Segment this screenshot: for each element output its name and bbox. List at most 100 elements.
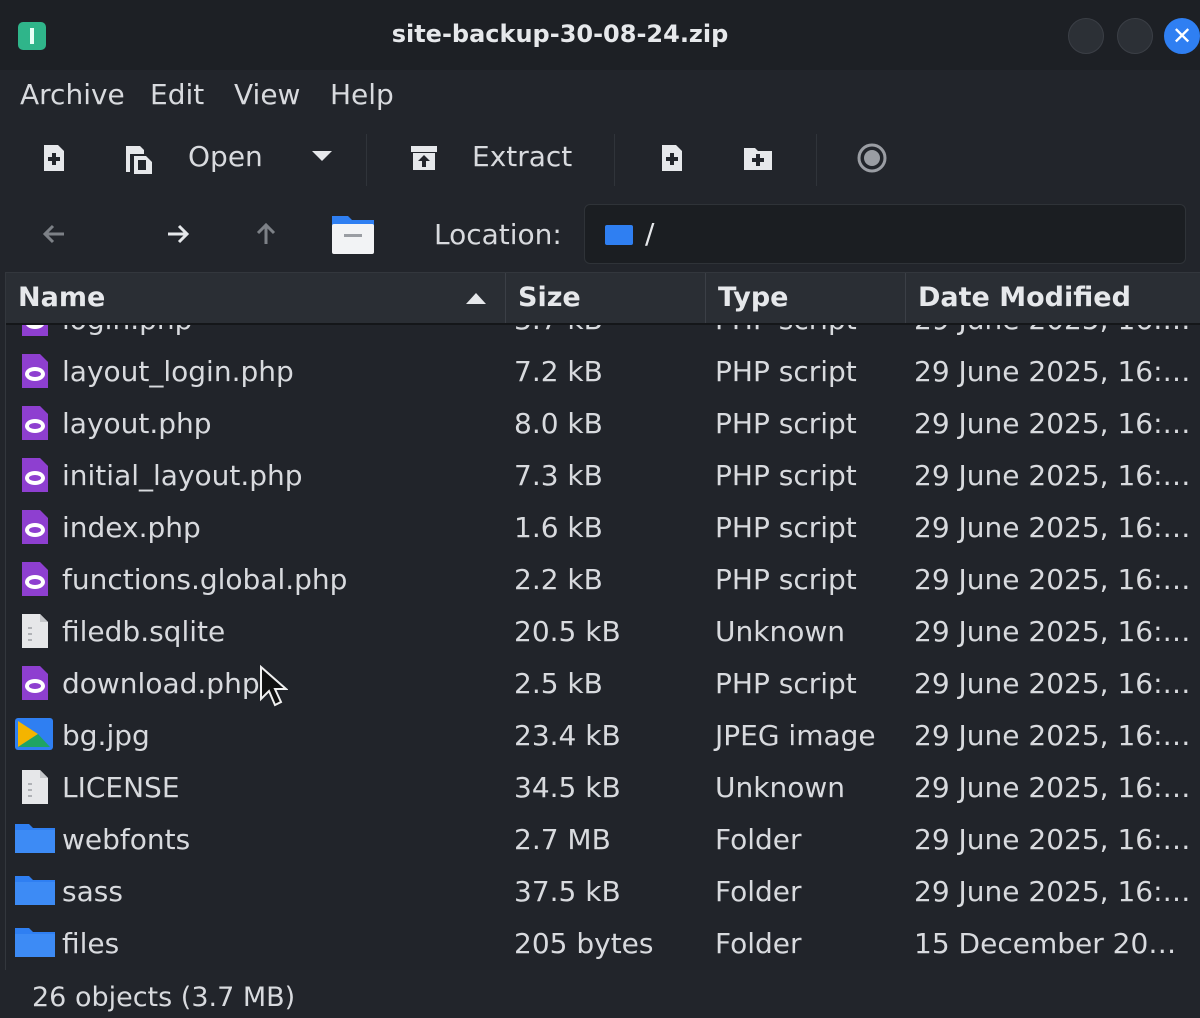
php-file-icon — [18, 457, 52, 493]
file-row[interactable]: files 205 bytes Folder 15 December 2024, 16… — [6, 917, 1200, 969]
file-row[interactable]: LICENSE 34.5 kB Unknown 29 June 2025, 16:29 — [6, 761, 1200, 813]
file-date-modified: 29 June 2025, 16:29 — [914, 355, 1192, 388]
file-row[interactable]: layout.php 8.0 kB PHP script 29 June 2025, … — [6, 397, 1200, 449]
file-size: 8.0 kB — [514, 407, 603, 440]
open-dropdown-button[interactable] — [310, 148, 334, 188]
chevron-down-icon — [312, 151, 332, 161]
php-file-icon — [18, 353, 52, 389]
file-date-modified: 29 June 2025, 16:29 — [914, 563, 1192, 596]
title-bar: site-backup-30-08-24.zip ✕ — [0, 0, 1200, 70]
status-text: 26 objects (3.7 MB) — [32, 982, 296, 1013]
file-type: PHP script — [715, 667, 857, 700]
open-label[interactable]: Open — [188, 140, 263, 173]
php-file-icon — [18, 325, 52, 337]
file-name: layout.php — [62, 407, 212, 440]
column-date-modified[interactable]: Date Modified — [906, 273, 1200, 323]
toolbar: Open Extract — [0, 120, 1200, 200]
file-date-modified: 29 June 2025, 16:29 — [914, 719, 1192, 752]
column-size[interactable]: Size — [506, 273, 706, 323]
folder-icon — [14, 821, 55, 857]
file-row[interactable]: download.php 2.5 kB PHP script 29 June 2025… — [6, 657, 1200, 709]
home-folder-button[interactable] — [330, 212, 376, 254]
file-date-modified: 29 June 2025, 16:29 — [914, 407, 1192, 440]
add-folder-button[interactable] — [742, 142, 774, 182]
file-row[interactable]: sass 37.5 kB Folder 29 June 2025, 16:23 — [6, 865, 1200, 917]
menu-archive[interactable]: Archive — [20, 78, 125, 111]
file-name: layout_login.php — [62, 355, 294, 388]
file-type: PHP script — [715, 563, 857, 596]
toolbar-separator — [366, 134, 367, 186]
file-type: PHP script — [715, 325, 857, 336]
file-size: 2.5 kB — [514, 667, 603, 700]
file-size: 23.4 kB — [514, 719, 621, 752]
file-size: 1.6 kB — [514, 511, 603, 544]
php-file-icon — [18, 561, 52, 597]
extract-label[interactable]: Extract — [472, 140, 572, 173]
file-row[interactable]: initial_layout.php 7.3 kB PHP script 29 Jun… — [6, 449, 1200, 501]
add-files-button[interactable] — [656, 142, 688, 182]
file-type: Folder — [715, 875, 802, 908]
up-button[interactable] — [252, 220, 280, 260]
file-type: Folder — [715, 823, 802, 856]
arrow-up-icon — [256, 222, 276, 244]
minimize-button[interactable] — [1068, 18, 1104, 54]
toolbar-separator — [816, 134, 817, 186]
location-path[interactable]: / — [645, 217, 654, 250]
file-row[interactable]: filedb.sqlite 20.5 kB Unknown 29 June 2025,… — [6, 605, 1200, 657]
file-type: Unknown — [715, 771, 845, 804]
mouse-pointer-icon — [260, 664, 288, 707]
menu-bar: Archive Edit View Help — [0, 70, 1200, 120]
extract-icon — [411, 146, 437, 170]
file-date-modified: 29 June 2025, 16:23 — [914, 875, 1192, 908]
unknown-file-icon — [18, 769, 52, 805]
file-size: 7.3 kB — [514, 459, 603, 492]
file-name: index.php — [62, 511, 201, 544]
back-button[interactable] — [40, 220, 68, 260]
new-archive-button[interactable] — [38, 142, 70, 182]
file-rows: login.php 3.7 kB PHP script 29 June 2025, 1… — [6, 325, 1200, 971]
php-file-icon — [18, 665, 52, 701]
open-button[interactable] — [122, 142, 156, 182]
column-type[interactable]: Type — [706, 273, 906, 323]
file-type: Unknown — [715, 615, 845, 648]
column-name[interactable]: Name — [6, 273, 506, 323]
file-date-modified: 29 June 2025, 16:20 — [914, 615, 1192, 648]
maximize-button[interactable] — [1117, 18, 1153, 54]
file-type: PHP script — [715, 407, 857, 440]
open-document-icon — [126, 146, 152, 174]
menu-edit[interactable]: Edit — [150, 78, 204, 111]
file-name: download.php — [62, 667, 260, 700]
file-row[interactable]: bg.jpg 23.4 kB JPEG image 29 June 2025, 16:… — [6, 709, 1200, 761]
column-name-label: Name — [18, 282, 106, 313]
file-date-modified: 29 June 2025, 16:23 — [914, 823, 1192, 856]
file-row[interactable]: functions.global.php 2.2 kB PHP script 29 J… — [6, 553, 1200, 605]
file-size: 37.5 kB — [514, 875, 621, 908]
extract-button[interactable] — [408, 142, 440, 182]
file-size: 34.5 kB — [514, 771, 621, 804]
file-size: 2.2 kB — [514, 563, 603, 596]
file-date-modified: 29 June 2025, 16:29 — [914, 325, 1192, 336]
forward-button[interactable] — [164, 220, 192, 260]
stop-button[interactable] — [856, 142, 888, 182]
window-title: site-backup-30-08-24.zip — [391, 20, 729, 48]
menu-help[interactable]: Help — [330, 78, 394, 111]
file-date-modified: 29 June 2025, 16:29 — [914, 459, 1192, 492]
file-date-modified: 29 June 2025, 16:29 — [914, 771, 1192, 804]
file-row[interactable]: layout_login.php 7.2 kB PHP script 29 June … — [6, 345, 1200, 397]
close-button[interactable]: ✕ — [1164, 18, 1200, 54]
file-date-modified: 15 December 2024, 16:23 — [914, 927, 1192, 960]
file-name: filedb.sqlite — [62, 615, 226, 648]
sort-ascending-icon — [466, 293, 486, 304]
toolbar-separator — [614, 134, 615, 186]
image-file-icon — [14, 717, 53, 753]
file-row[interactable]: webfonts 2.7 MB Folder 29 June 2025, 16:23 — [6, 813, 1200, 865]
status-bar: 26 objects (3.7 MB) — [0, 970, 1200, 1018]
location-field[interactable]: / — [584, 204, 1186, 264]
folder-icon — [14, 873, 55, 909]
file-row[interactable]: index.php 1.6 kB PHP script 29 June 2025, 1… — [6, 501, 1200, 553]
close-icon: ✕ — [1171, 22, 1193, 50]
menu-view[interactable]: View — [234, 78, 300, 111]
file-name: initial_layout.php — [62, 459, 303, 492]
file-date-modified: 29 June 2025, 16:29 — [914, 511, 1192, 544]
file-row[interactable]: login.php 3.7 kB PHP script 29 June 2025, 1… — [6, 325, 1200, 345]
